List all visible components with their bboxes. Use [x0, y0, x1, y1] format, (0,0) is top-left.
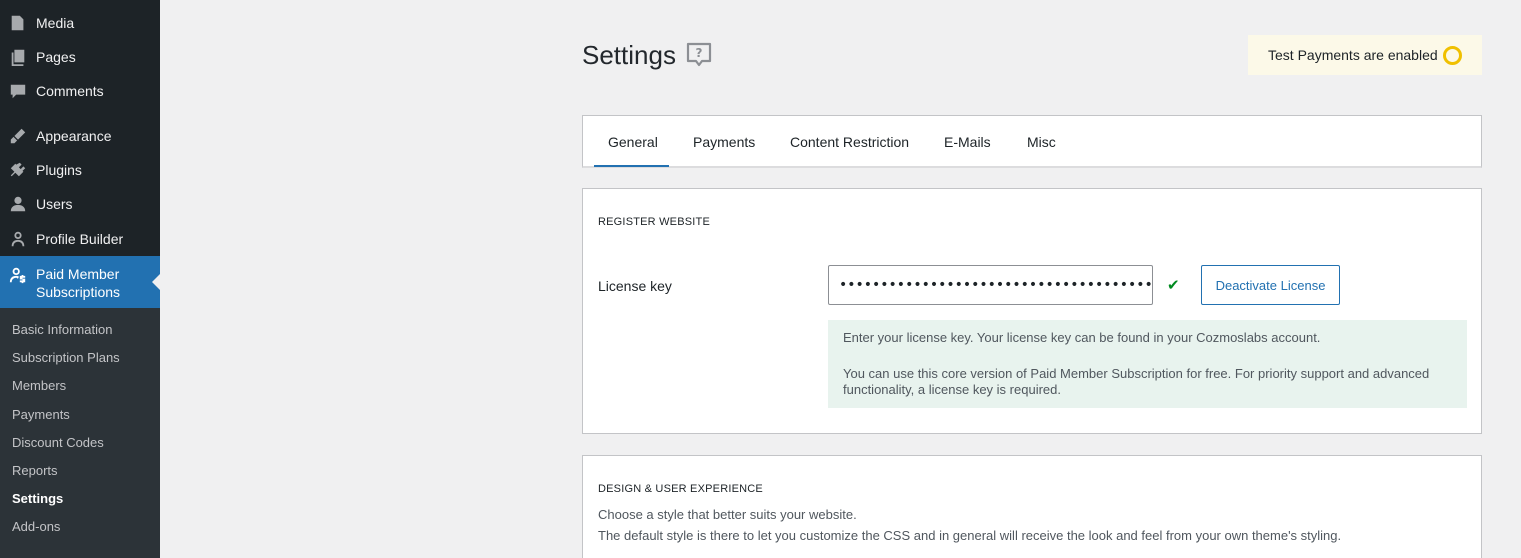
- appearance-icon: [8, 126, 28, 146]
- menu-item-appearance[interactable]: Appearance: [0, 125, 160, 147]
- submenu-members[interactable]: Members: [12, 378, 66, 393]
- submenu-discount-codes[interactable]: Discount Codes: [12, 435, 104, 450]
- settings-tabs: General Payments Content Restriction E-M…: [582, 115, 1482, 168]
- register-website-panel: REGISTER WEBSITE License key ✔ Deactivat…: [582, 188, 1482, 434]
- notice-text: Enter your license key. Your license key…: [843, 330, 1321, 345]
- notice-text: You can use this core version of Paid Me…: [843, 366, 1430, 397]
- deactivate-license-button[interactable]: Deactivate License: [1201, 265, 1340, 305]
- tab-payments[interactable]: Payments: [693, 134, 755, 150]
- submenu-subscription-plans[interactable]: Subscription Plans: [12, 350, 120, 365]
- license-key-label: License key: [598, 278, 672, 294]
- admin-sidebar: Media Pages Comments Appearance Plugins …: [0, 0, 160, 558]
- profile-builder-icon: [8, 229, 28, 249]
- menu-item-label: Pages: [36, 49, 76, 65]
- users-icon: [8, 194, 28, 214]
- design-ux-panel: DESIGN & USER EXPERIENCE Choose a style …: [582, 455, 1482, 558]
- license-key-input[interactable]: [828, 265, 1153, 305]
- active-tab-indicator: [594, 165, 669, 167]
- menu-item-label: Paid Member Subscriptions: [36, 266, 121, 300]
- tab-content-restriction[interactable]: Content Restriction: [790, 134, 909, 150]
- menu-item-label: Media: [36, 15, 75, 31]
- design-ux-heading: DESIGN & USER EXPERIENCE: [598, 483, 763, 495]
- design-description: The default style is there to let you cu…: [598, 528, 1342, 543]
- submenu-basic-information[interactable]: Basic Information: [12, 322, 112, 337]
- tab-general[interactable]: General: [608, 134, 658, 150]
- menu-item-profile-builder[interactable]: Profile Builder: [0, 228, 160, 250]
- license-notice: Enter your license key. Your license key…: [828, 320, 1467, 408]
- svg-text:?: ?: [696, 46, 703, 60]
- paid-member-icon: [8, 265, 28, 285]
- page-title: Settings: [582, 40, 676, 70]
- menu-item-plugins[interactable]: Plugins: [0, 159, 160, 181]
- menu-item-media[interactable]: Media: [0, 12, 160, 34]
- pages-icon: [8, 47, 28, 67]
- submenu-reports[interactable]: Reports: [12, 463, 58, 478]
- menu-item-users[interactable]: Users: [0, 193, 160, 215]
- menu-item-label: Comments: [36, 83, 104, 99]
- check-icon: ✔: [1167, 277, 1180, 294]
- menu-item-label: Plugins: [36, 162, 82, 178]
- submenu-add-ons[interactable]: Add-ons: [12, 519, 60, 534]
- register-website-heading: REGISTER WEBSITE: [598, 216, 710, 228]
- tab-e-mails[interactable]: E-Mails: [944, 134, 991, 150]
- media-icon: [8, 13, 28, 33]
- submenu-payments[interactable]: Payments: [12, 407, 70, 422]
- menu-item-label: Users: [36, 196, 73, 212]
- help-icon[interactable]: ?: [685, 41, 713, 69]
- status-ring-icon: [1443, 46, 1462, 65]
- plugins-icon: [8, 160, 28, 180]
- active-arrow: [152, 274, 160, 290]
- submenu-settings[interactable]: Settings: [12, 491, 63, 506]
- menu-item-pages[interactable]: Pages: [0, 46, 160, 68]
- tab-misc[interactable]: Misc: [1027, 134, 1056, 150]
- test-payments-text: Test Payments are enabled: [1268, 47, 1438, 63]
- comments-icon: [8, 81, 28, 101]
- menu-item-paid-member-subscriptions[interactable]: Paid Member Subscriptions: [0, 256, 160, 308]
- test-payments-badge: Test Payments are enabled: [1248, 35, 1482, 75]
- design-description: Choose a style that better suits your we…: [598, 507, 857, 522]
- menu-item-comments[interactable]: Comments: [0, 80, 160, 102]
- menu-item-label: Appearance: [36, 128, 112, 144]
- submenu: Basic Information Subscription Plans Mem…: [0, 308, 160, 558]
- menu-item-label: Profile Builder: [36, 231, 124, 247]
